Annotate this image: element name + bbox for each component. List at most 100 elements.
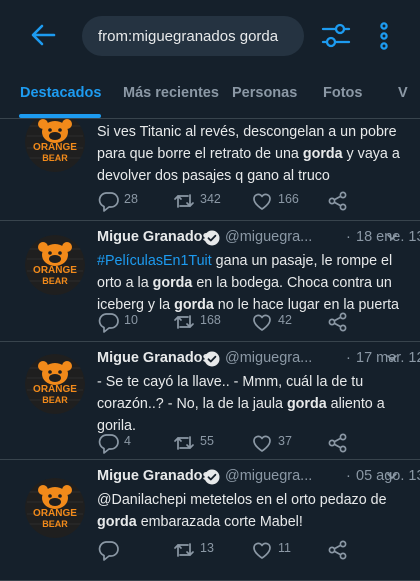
more-vertical-icon[interactable] <box>372 20 396 52</box>
author-handle[interactable]: @miguegra... <box>225 350 312 366</box>
tweet-header: Migue Granados @miguegra... · 05 ago. 13 <box>97 468 420 488</box>
reply-button[interactable] <box>97 538 167 561</box>
logo-text-line2: BEAR <box>42 395 68 405</box>
reply-button[interactable]: 4 <box>97 431 167 454</box>
author-handle[interactable]: @miguegra... <box>225 229 312 245</box>
like-button[interactable]: 166 <box>251 189 321 211</box>
back-arrow-icon[interactable] <box>30 22 56 48</box>
separator-dot: · <box>346 350 351 366</box>
logo-text-line1: ORANGE <box>33 265 77 276</box>
reply-button[interactable]: 28 <box>97 189 167 212</box>
share-button[interactable] <box>327 538 397 560</box>
reply-button[interactable]: 10 <box>97 310 167 333</box>
author-handle[interactable]: @miguegra... <box>225 468 312 484</box>
reply-count: 28 <box>124 192 138 206</box>
avatar[interactable]: ORANGE BEAR <box>25 478 85 538</box>
retweet-count: 13 <box>200 541 214 555</box>
tab-fotos[interactable]: Fotos <box>323 68 362 118</box>
retweet-count: 342 <box>200 192 221 206</box>
retweet-count: 55 <box>200 434 214 448</box>
reply-icon <box>98 313 119 333</box>
tab-destacados[interactable]: Destacados <box>20 68 101 118</box>
reply-count: 10 <box>124 313 138 327</box>
chevron-down-icon[interactable] <box>386 352 398 364</box>
tweet-text: #PelículasEn1Tuit gana un pasaje, le rom… <box>97 250 403 316</box>
author-name[interactable]: Migue Granados <box>97 468 211 484</box>
share-icon <box>328 433 347 453</box>
like-button[interactable]: 37 <box>251 431 321 453</box>
like-count: 11 <box>278 541 291 555</box>
highlighted-term: gorda <box>286 396 327 412</box>
search-box[interactable] <box>82 16 304 56</box>
like-count: 37 <box>278 434 292 448</box>
hashtag-link[interactable]: #PelículasEn1Tuit <box>97 253 212 269</box>
active-tab-indicator <box>19 114 101 118</box>
highlighted-term: gorda <box>302 146 343 162</box>
reply-icon <box>98 541 119 561</box>
tweet-header: Migue Granados @miguegra... · 18 ene. 13 <box>97 229 420 249</box>
like-icon <box>253 542 271 559</box>
logo-text-line1: ORANGE <box>33 142 77 153</box>
reply-icon <box>98 434 119 454</box>
tweet-actions: 10 168 42 <box>97 310 407 333</box>
tab-videos[interactable]: V <box>398 68 408 118</box>
verified-badge-icon <box>204 351 220 367</box>
tweet-actions: 28 342 166 <box>97 189 407 212</box>
highlighted-term: gorda <box>97 514 137 530</box>
text-segment: metetelos en el orto pedazo de <box>186 492 387 508</box>
tweet-text: Si ves Titanic al revés, descongelan a u… <box>97 121 403 187</box>
verified-badge-icon <box>204 469 220 485</box>
retweet-button[interactable]: 168 <box>173 310 243 332</box>
avatar[interactable]: ORANGE BEAR <box>25 354 85 414</box>
highlighted-term: gorda <box>152 275 193 291</box>
tweet-text: - Se te cayó la llave.. - Mmm, cuál la d… <box>97 371 403 437</box>
orange-bear-logo: ORANGE BEAR <box>25 235 85 295</box>
orange-bear-logo: ORANGE BEAR <box>25 354 85 414</box>
orange-bear-logo: ORANGE BEAR <box>25 478 85 538</box>
chevron-down-icon[interactable] <box>386 470 398 482</box>
tweet[interactable]: ORANGE BEAR Migue Granados @miguegra... · 0… <box>0 460 420 581</box>
filter-sliders-icon[interactable] <box>320 20 352 52</box>
retweet-count: 168 <box>200 313 221 327</box>
retweet-icon <box>174 543 194 557</box>
author-name[interactable]: Migue Granados <box>97 229 211 245</box>
like-count: 42 <box>278 313 292 327</box>
share-button[interactable] <box>327 189 397 211</box>
retweet-button[interactable]: 13 <box>173 538 243 560</box>
tab-personas[interactable]: Personas <box>232 68 297 118</box>
chevron-down-icon[interactable] <box>386 231 398 243</box>
logo-text-line1: ORANGE <box>33 384 77 395</box>
tweet-actions: 13 11 <box>97 538 407 561</box>
share-icon <box>328 312 347 332</box>
retweet-button[interactable]: 55 <box>173 431 243 453</box>
mention-link[interactable]: @Danilachepi <box>97 492 186 508</box>
like-button[interactable]: 42 <box>251 310 321 332</box>
retweet-icon <box>174 315 194 329</box>
avatar[interactable]: ORANGE BEAR <box>25 235 85 295</box>
share-icon <box>328 540 347 560</box>
retweet-button[interactable]: 342 <box>173 189 243 211</box>
tweet-text: @Danilachepi metetelos en el orto pedazo… <box>97 489 403 533</box>
separator-dot: · <box>346 229 351 245</box>
author-name[interactable]: Migue Granados <box>97 350 211 366</box>
avatar[interactable]: ORANGE BEAR <box>25 112 85 172</box>
tab-mas-recientes[interactable]: Más recientes <box>123 68 219 118</box>
text-segment: embarazada corte Mabel! <box>136 514 303 530</box>
like-button[interactable]: 11 <box>251 538 321 560</box>
share-icon <box>328 191 347 211</box>
like-icon <box>253 435 271 452</box>
search-input[interactable] <box>98 16 294 56</box>
share-button[interactable] <box>327 431 397 453</box>
search-header <box>0 0 420 68</box>
retweet-icon <box>174 436 194 450</box>
reply-count: 4 <box>124 434 131 448</box>
share-button[interactable] <box>327 310 397 332</box>
tweet[interactable]: ORANGE BEAR Migue Granados @miguegra... · 1… <box>0 221 420 342</box>
like-icon <box>253 193 271 210</box>
tweet[interactable]: ORANGE BEAR Migue Granados @miguegra... · 1… <box>0 342 420 460</box>
like-count: 166 <box>278 192 299 206</box>
retweet-icon <box>174 194 194 208</box>
verified-badge-icon <box>204 230 220 246</box>
logo-text-line1: ORANGE <box>33 508 77 519</box>
reply-icon <box>98 192 119 212</box>
